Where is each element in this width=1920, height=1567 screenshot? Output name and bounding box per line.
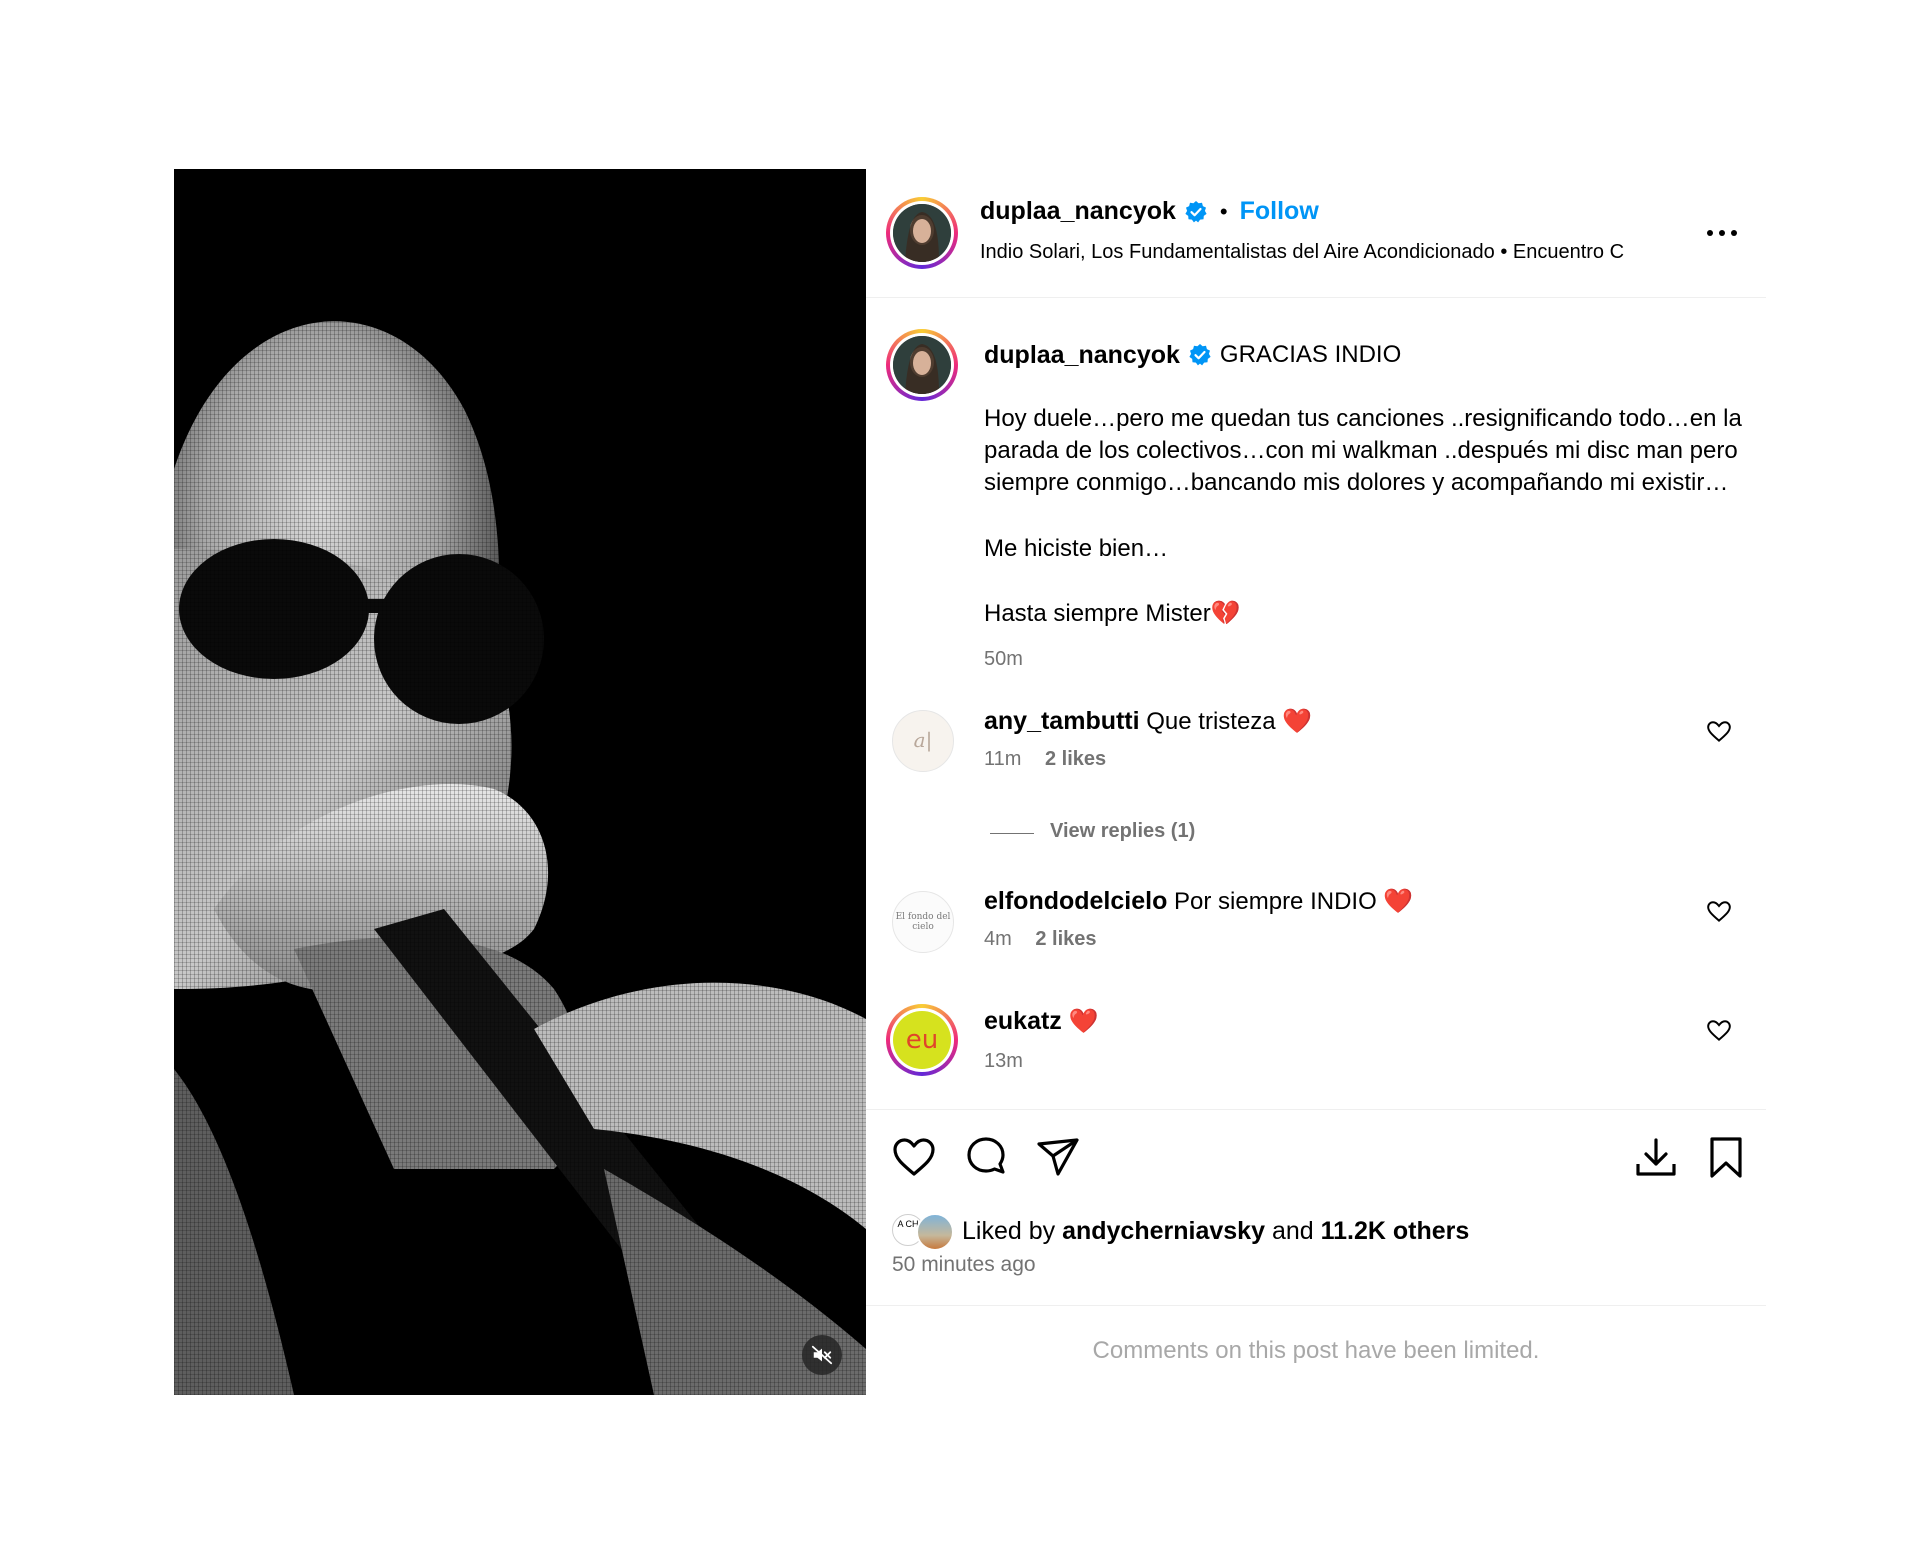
comment-body: eukatz ❤️ [984,1005,1744,1038]
caption-paragraph-1: Hoy duele…pero me quedan tus canciones .… [984,405,1742,496]
bookmark-icon[interactable] [1702,1134,1750,1182]
caption-username[interactable]: duplaa_nancyok [984,339,1180,371]
more-options-icon[interactable] [1702,221,1742,245]
comment-time[interactable]: 4m [984,928,1012,950]
comment-username[interactable]: eukatz [984,1007,1062,1035]
caption-paragraph-3: Hasta siempre Mister💔 [984,600,1241,627]
comment-username[interactable]: elfondodelcielo [984,887,1167,915]
header-title-line: duplaa_nancyok • Follow [980,197,1319,226]
likes-prefix: Liked by [962,1216,1056,1245]
follow-button[interactable]: Follow [1240,197,1319,226]
comment-likes[interactable]: 2 likes [1045,748,1106,770]
comment-username[interactable]: any_tambutti [984,707,1140,735]
audio-attribution[interactable]: Indio Solari, Los Fundamentalistas del A… [980,241,1680,264]
heart-icon[interactable] [890,1134,938,1182]
caption-author-avatar[interactable] [886,329,958,401]
commenter-avatar[interactable]: a| [892,710,954,772]
download-icon[interactable] [1632,1134,1680,1182]
likers-avatars[interactable]: A CH [892,1213,956,1251]
comment-like-heart-icon[interactable] [1706,719,1732,745]
video-frame [174,169,866,1395]
comment-meta: 11m 2 likes [984,743,1744,775]
likes-summary: A CH Liked by andycherniavsky and 11.2K … [892,1213,1470,1251]
view-replies-button[interactable]: View replies (1) [1050,820,1195,843]
comment-text: Por siempre INDIO [1174,888,1377,915]
replies-divider [990,833,1034,834]
likes-user-link[interactable]: andycherniavsky [1062,1217,1265,1246]
post-header: duplaa_nancyok • Follow Indio Solari, Lo… [866,169,1766,298]
heart-emoji: ❤️ [1282,708,1313,735]
comments-limited-notice: Comments on this post have been limited. [866,1305,1766,1396]
post-side-panel: duplaa_nancyok • Follow Indio Solari, Lo… [866,169,1766,1395]
likes-conj: and [1271,1216,1314,1245]
author-avatar[interactable] [886,197,958,269]
comment-meta: 13m [984,1045,1744,1077]
verified-badge-icon [1189,344,1211,366]
comment-like-heart-icon[interactable] [1706,899,1732,925]
liker-avatar-photo [916,1213,954,1251]
post-time-ago[interactable]: 50 minutes ago [892,1253,1036,1277]
comment-icon[interactable] [962,1134,1010,1182]
comment-meta: 4m 2 likes [984,923,1744,955]
separator-dot: • [1219,198,1228,224]
video-player[interactable] [174,169,866,1395]
comment-like-heart-icon[interactable] [1706,1018,1732,1044]
caption-timestamp[interactable]: 50m [984,643,1744,675]
comments-list[interactable]: duplaa_nancyok GRACIAS INDIO Hoy duele…p… [866,299,1766,1109]
comment-text: Que tristeza [1146,708,1276,735]
caption-title: GRACIAS INDIO [1219,341,1402,368]
action-bar [866,1109,1766,1210]
send-icon[interactable] [1034,1134,1082,1182]
comment-likes[interactable]: 2 likes [1035,928,1096,950]
comment-body: elfondodelcielo Por siempre INDIO ❤️ [984,885,1744,918]
post-dialog: duplaa_nancyok • Follow Indio Solari, Lo… [174,169,1766,1395]
commenter-avatar[interactable]: El fondo del cielo [892,891,954,953]
commenter-avatar[interactable]: eu [886,1004,958,1076]
muted-speaker-icon [811,1345,833,1365]
likes-others-link[interactable]: 11.2K others [1321,1217,1470,1246]
mute-button[interactable] [802,1335,842,1375]
verified-badge-icon [1185,200,1207,222]
comment-body: any_tambutti Que tristeza ❤️ [984,705,1744,738]
caption-paragraph-2: Me hiciste bien… [984,535,1169,562]
comment-time[interactable]: 11m [984,748,1021,770]
author-username[interactable]: duplaa_nancyok [980,197,1176,226]
heart-emoji: ❤️ [1383,888,1414,915]
caption-header: duplaa_nancyok GRACIAS INDIO [984,339,1744,371]
comment-time[interactable]: 13m [984,1050,1023,1072]
heart-emoji: ❤️ [1068,1008,1099,1035]
